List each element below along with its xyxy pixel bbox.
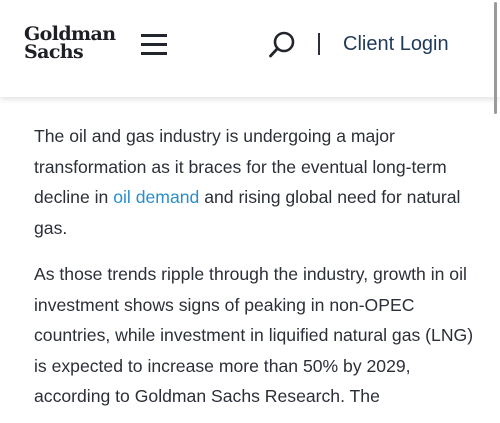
- hamburger-menu-icon[interactable]: [141, 32, 167, 56]
- scrollbar-thumb[interactable]: [494, 2, 497, 114]
- article-paragraph-1: The oil and gas industry is undergoing a…: [34, 121, 478, 243]
- oil-demand-link[interactable]: oil demand: [113, 187, 199, 207]
- header-divider: [318, 33, 320, 55]
- goldman-sachs-logo[interactable]: Goldman Sachs: [24, 25, 116, 63]
- logo-line-2: Sachs: [24, 41, 84, 63]
- site-header: Goldman Sachs Client Login: [0, 0, 500, 97]
- article-body: The oil and gas industry is undergoing a…: [34, 121, 478, 423]
- search-icon[interactable]: [268, 30, 296, 60]
- client-login-link[interactable]: Client Login: [343, 32, 449, 56]
- article-paragraph-2: As those trends ripple through the indus…: [34, 264, 474, 406]
